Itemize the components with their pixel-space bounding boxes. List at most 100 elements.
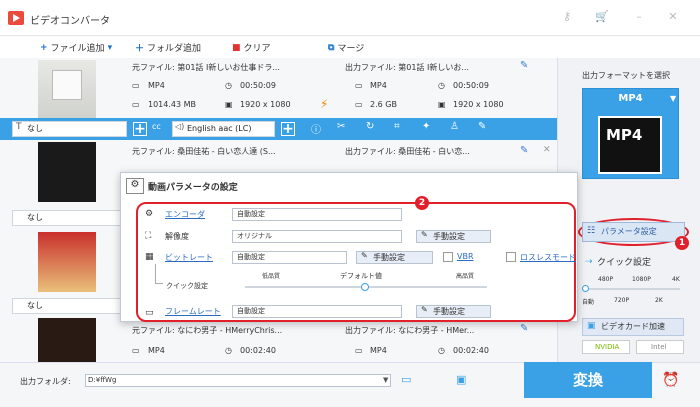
folder-plus-icon: ＋ — [135, 44, 145, 54]
add-audio-button[interactable]: + — [281, 122, 295, 136]
video-thumbnail[interactable] — [38, 60, 96, 120]
output-folder-select[interactable]: D:¥ffWg — [85, 374, 391, 387]
subtitle-select[interactable]: なし — [12, 298, 122, 314]
subtitle-select[interactable]: なし — [12, 210, 122, 226]
convert-label: 変換 — [572, 371, 603, 389]
key-icon[interactable]: ⚷ — [560, 10, 574, 24]
source-file-name: 元ファイル: 桑田佳祐 - 白い恋人達 (S... — [132, 147, 276, 156]
nvidia-label: NVIDIA — [595, 343, 620, 351]
resolution-icon: ⛶ — [145, 231, 152, 241]
app-logo-icon — [8, 11, 24, 25]
clear-button[interactable]: ■ クリア — [232, 41, 271, 55]
merge-button[interactable]: ⧉ マージ — [328, 41, 364, 55]
add-folder-label: フォルダ追加 — [147, 44, 202, 54]
alarm-clock-icon[interactable]: ⏰ — [662, 372, 679, 388]
vbr-label: VBR — [457, 252, 474, 261]
lossless-label: ロスレスモード — [520, 253, 576, 262]
mp4-icon-label: MP4 — [606, 126, 643, 144]
crop-icon[interactable]: ⌗ — [394, 121, 400, 132]
output-format: MP4 — [370, 81, 387, 90]
minimize-icon[interactable]: – — [632, 10, 646, 24]
gpu-acceleration-button[interactable]: ビデオカード加速 — [582, 318, 684, 336]
subtitle-value: なし — [27, 301, 43, 310]
output-resolution: 1920 x 1080 — [453, 100, 504, 109]
trash-icon: ■ — [232, 42, 241, 53]
info-icon[interactable]: ⓘ — [311, 121, 321, 136]
lossless-checkbox[interactable] — [506, 252, 516, 262]
quality-slider-handle[interactable] — [361, 283, 369, 291]
audio-select[interactable]: English aac (LC) — [172, 121, 275, 137]
framerate-value: 自動設定 — [237, 307, 265, 315]
bitrate-value: 自動設定 — [237, 253, 265, 261]
encoder-label[interactable]: エンコーダ — [165, 209, 205, 220]
source-duration: 00:02:40 — [240, 346, 276, 355]
framerate-label[interactable]: フレームレート — [165, 306, 221, 317]
chevron-down-icon[interactable]: ▾ — [108, 43, 113, 53]
add-file-button[interactable]: + ファイル追加 ▾ — [40, 41, 113, 55]
output-duration: 00:02:40 — [453, 346, 489, 355]
edit-icon[interactable]: ✎ — [520, 145, 528, 156]
encoder-icon: ⚙ — [145, 209, 154, 219]
subtitle-select[interactable]: なし — [12, 121, 127, 137]
effect-icon[interactable]: ✦ — [422, 121, 430, 132]
step-badge-2: 2 — [415, 196, 429, 210]
framerate-select[interactable]: 自動設定 — [232, 305, 402, 318]
video-thumbnail[interactable] — [38, 232, 96, 292]
encoder-select[interactable]: 自動設定 — [232, 208, 402, 221]
low-quality-label: 低品質 — [262, 273, 281, 280]
video-thumbnail[interactable] — [38, 142, 96, 202]
gpu-icon: ▣ — [587, 321, 596, 331]
clock-icon: ◷ — [225, 81, 232, 90]
source-file-name: 元ファイル: 第01話 I新しいお仕事ドラ... — [132, 63, 280, 72]
framerate-icon: ▭ — [145, 308, 154, 318]
edit-icon[interactable]: ✎ — [520, 60, 528, 71]
quick-setting-label: クイック設定 — [166, 282, 208, 290]
resolution-select[interactable]: オリジナル — [232, 230, 402, 243]
rotate-icon[interactable]: ↻ — [366, 121, 374, 132]
output-folder-path: D:¥ffWg — [88, 376, 117, 384]
step-badge-1: 1 — [675, 236, 689, 250]
gpu-label: ビデオカード加速 — [601, 322, 665, 331]
open-folder-icon[interactable]: ▣ — [456, 373, 466, 386]
manual-label: 手動設定 — [433, 232, 465, 241]
bitrate-label[interactable]: ビットレート — [165, 252, 213, 263]
speaker-icon: ◁) — [175, 122, 185, 131]
close-icon[interactable]: ✕ — [666, 10, 680, 24]
folder-icon[interactable]: ▭ — [401, 373, 411, 386]
cut-icon[interactable]: ✂ — [337, 121, 345, 132]
resolution-label: 解像度 — [165, 232, 189, 241]
tree-connector — [155, 264, 163, 284]
dialog-title: 動画パラメータの設定 — [148, 183, 238, 193]
edit-icon[interactable]: ✎ — [520, 323, 528, 334]
high-quality-label: 高品質 — [456, 273, 475, 280]
nvidia-badge: NVIDIA — [582, 340, 630, 354]
intel-label: Intel — [651, 343, 667, 351]
subtitle-edit-icon[interactable]: ✎ — [478, 121, 486, 132]
add-subtitle-button[interactable]: + — [133, 122, 147, 136]
format-icon: ▭ — [132, 346, 140, 355]
add-folder-button[interactable]: ＋フォルダ追加 — [135, 41, 201, 54]
manual-label: 手動設定 — [373, 253, 405, 262]
convert-button[interactable]: 変換 — [524, 362, 652, 398]
cart-icon[interactable]: 🛒 — [595, 10, 609, 24]
slider-handle[interactable] — [582, 285, 589, 292]
default-label: デフォルト値 — [340, 272, 382, 280]
watermark-icon[interactable]: ♙ — [450, 121, 459, 132]
cc-icon[interactable]: cc — [152, 122, 161, 131]
resolution-icon: ▣ — [225, 100, 233, 109]
source-resolution: 1920 x 1080 — [240, 100, 291, 109]
parameter-settings-button[interactable]: パラメータ設定 — [582, 222, 685, 242]
output-file-name: 出力ファイル: なにわ男子 - HMer... — [345, 326, 475, 335]
bitrate-select[interactable]: 自動設定 — [232, 251, 347, 264]
clear-label: クリア — [243, 44, 271, 54]
format-name: MP4 — [618, 93, 643, 104]
tick-auto: 自動 — [582, 299, 595, 306]
format-icon: ▭ — [355, 346, 363, 355]
chevron-down-icon[interactable]: ▼ — [383, 376, 388, 384]
quick-slider[interactable] — [585, 288, 680, 290]
vbr-checkbox[interactable] — [443, 252, 453, 262]
bitrate-icon: ▦ — [145, 252, 154, 262]
encoder-value: 自動設定 — [237, 210, 265, 218]
source-format: MP4 — [148, 81, 165, 90]
close-icon[interactable]: ✕ — [543, 145, 551, 155]
